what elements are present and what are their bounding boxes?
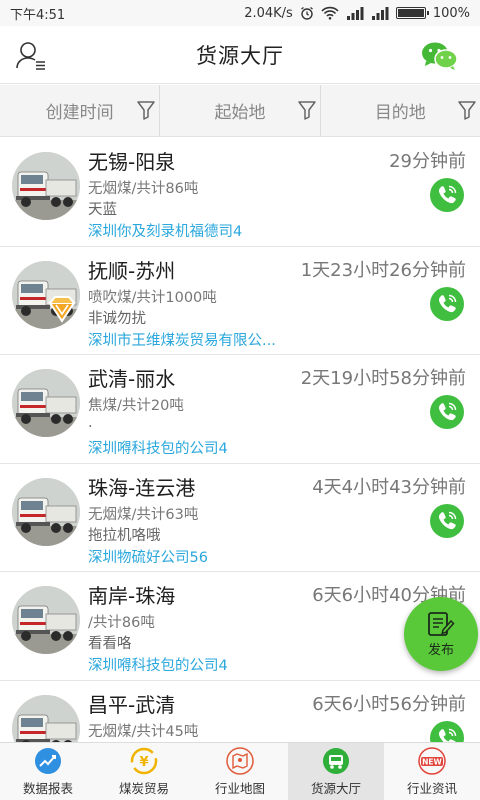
- list-item[interactable]: 珠海-连云港 4天4小时43分钟前 无烟煤/共计63吨 拖拉机咯哦 深圳物硫好公…: [0, 464, 480, 572]
- nav-label: 煤炭贸易: [118, 780, 169, 796]
- nav-cargo-hall[interactable]: 货源大厅: [288, 743, 384, 800]
- call-button[interactable]: [430, 286, 464, 321]
- nav-industry-news[interactable]: NEW 行业资讯: [384, 743, 480, 800]
- list-item[interactable]: 武清-丽水 2天19小时58分钟前 焦煤/共计20吨 . 深圳嘚科技包的公司4: [0, 355, 480, 464]
- phone-icon: [438, 185, 457, 204]
- route-title: 昌平-武清: [88, 692, 176, 717]
- phone-icon: [438, 511, 457, 529]
- vip-badge-icon: [48, 295, 76, 323]
- funnel-icon: [458, 101, 476, 120]
- route-title: 珠海-连云港: [88, 475, 196, 500]
- filter-created-time[interactable]: 创建时间: [0, 85, 161, 136]
- page-title: 货源大厅: [196, 43, 284, 68]
- nav-label: 行业资讯: [406, 780, 457, 796]
- bottom-nav: 数据报表 ¥ 煤炭贸易 行业地图 货源大厅 NEW 行业资讯: [0, 742, 480, 800]
- edit-note-icon: [428, 611, 455, 636]
- truck-image-icon: [12, 369, 80, 437]
- cargo-note: 非诚勿扰: [88, 310, 146, 327]
- nav-industry-map[interactable]: 行业地图: [192, 743, 288, 800]
- svg-text:¥: ¥: [139, 755, 148, 770]
- posted-time: 6天6小时56分钟前: [312, 693, 466, 715]
- phone-icon: [438, 294, 457, 312]
- wechat-icon[interactable]: [420, 40, 460, 72]
- news-icon: NEW: [418, 746, 446, 775]
- route-title: 无锡-阳泉: [88, 150, 176, 174]
- filter-label: 目的地: [374, 103, 426, 123]
- funnel-icon: [297, 101, 316, 120]
- truck-image-icon: [12, 477, 80, 546]
- company-link[interactable]: 深圳市王维煤炭贸易有限公...: [88, 329, 276, 350]
- network-speed: 2.04K/s: [244, 5, 293, 21]
- cargo-note: 拖拉机咯哦: [88, 527, 161, 544]
- list-item[interactable]: 无锡-阳泉 29分钟前 无烟煤/共计86吨 天蓝 深圳你及刻录机福德司4: [0, 138, 480, 247]
- company-link[interactable]: 深圳你及刻录机福德司4: [88, 220, 242, 241]
- cargo-description: 无烟煤/共计45吨: [88, 723, 199, 740]
- posted-time: 2天19小时58分钟前: [300, 368, 466, 389]
- nav-data-report[interactable]: 数据报表: [0, 743, 96, 800]
- cargo-note: .: [88, 415, 93, 431]
- filter-origin[interactable]: 起始地: [160, 85, 321, 136]
- cargo-description: /共计86吨: [88, 615, 155, 631]
- yen-exchange-icon: ¥: [130, 747, 158, 774]
- company-link[interactable]: 深圳物硫好公司56: [88, 546, 208, 567]
- filter-bar: 创建时间 起始地 目的地: [0, 85, 480, 137]
- nav-label: 货源大厅: [310, 780, 361, 796]
- publish-button[interactable]: 发布: [404, 597, 478, 671]
- route-title: 武清-丽水: [88, 367, 176, 391]
- truck-icon: [323, 747, 349, 774]
- nav-label: 数据报表: [22, 780, 73, 796]
- posted-time: 1天23小时26分钟前: [300, 259, 466, 281]
- status-indicators: 2.04K/s 100%: [244, 6, 470, 21]
- cargo-description: 无烟煤/共计63吨: [88, 506, 199, 523]
- phone-icon: [438, 402, 457, 421]
- wifi-icon: [321, 6, 339, 20]
- truck-image-icon: [12, 694, 80, 742]
- phone-icon: [438, 728, 457, 742]
- cargo-note: 看看咯: [88, 636, 132, 652]
- app-header: 货源大厅: [0, 26, 480, 84]
- status-time: 下午4:51: [10, 7, 66, 23]
- alarm-icon: [300, 6, 313, 20]
- truck-avatar: [12, 477, 80, 546]
- cargo-note: 天蓝: [88, 202, 117, 218]
- svg-text:NEW: NEW: [422, 757, 442, 766]
- truck-avatar: [12, 152, 80, 220]
- posted-time: 4天4小时43分钟前: [312, 476, 466, 498]
- map-icon: [226, 746, 254, 775]
- cargo-description: 无烟煤/共计86吨: [88, 181, 199, 197]
- company-link[interactable]: 深圳嘚科技包的公司4: [88, 654, 228, 675]
- list-item[interactable]: 昌平-武清 6天6小时56分钟前 无烟煤/共计45吨: [0, 681, 480, 742]
- battery-fill: [397, 9, 424, 17]
- call-button[interactable]: [430, 178, 464, 212]
- truck-avatar: [12, 369, 80, 437]
- call-button[interactable]: [430, 395, 464, 429]
- call-button[interactable]: [430, 503, 464, 538]
- truck-avatar: [12, 694, 80, 742]
- battery-percent: 100%: [432, 5, 470, 21]
- signal-icon-2: [371, 6, 389, 20]
- truck-image-icon: [12, 152, 80, 220]
- route-title: 南岸-珠海: [88, 584, 176, 608]
- funnel-icon: [137, 101, 156, 120]
- cargo-description: 喷吹煤/共计1000吨: [88, 289, 217, 306]
- cargo-description: 焦煤/共计20吨: [88, 398, 184, 414]
- battery-icon: [395, 7, 429, 19]
- chart-icon: [35, 747, 61, 774]
- list-item[interactable]: 抚顺-苏州 1天23小时26分钟前 喷吹煤/共计1000吨 非诚勿扰 深圳市王维…: [0, 247, 480, 355]
- truck-avatar: [12, 586, 80, 654]
- nav-label: 行业地图: [214, 780, 265, 796]
- filter-label: 起始地: [214, 103, 266, 123]
- status-bar: 下午4:51 2.04K/s 100%: [0, 0, 480, 26]
- user-menu-icon[interactable]: [14, 39, 48, 71]
- posted-time: 29分钟前: [389, 151, 466, 172]
- route-title: 抚顺-苏州: [88, 258, 176, 283]
- filter-label: 创建时间: [45, 103, 114, 123]
- publish-label: 发布: [427, 642, 454, 658]
- company-link[interactable]: 深圳嘚科技包的公司4: [88, 437, 228, 458]
- nav-coal-trade[interactable]: ¥ 煤炭贸易: [96, 743, 192, 800]
- call-button[interactable]: [430, 720, 464, 742]
- signal-icon: [346, 6, 364, 20]
- truck-image-icon: [12, 586, 80, 654]
- filter-destination[interactable]: 目的地: [321, 85, 480, 136]
